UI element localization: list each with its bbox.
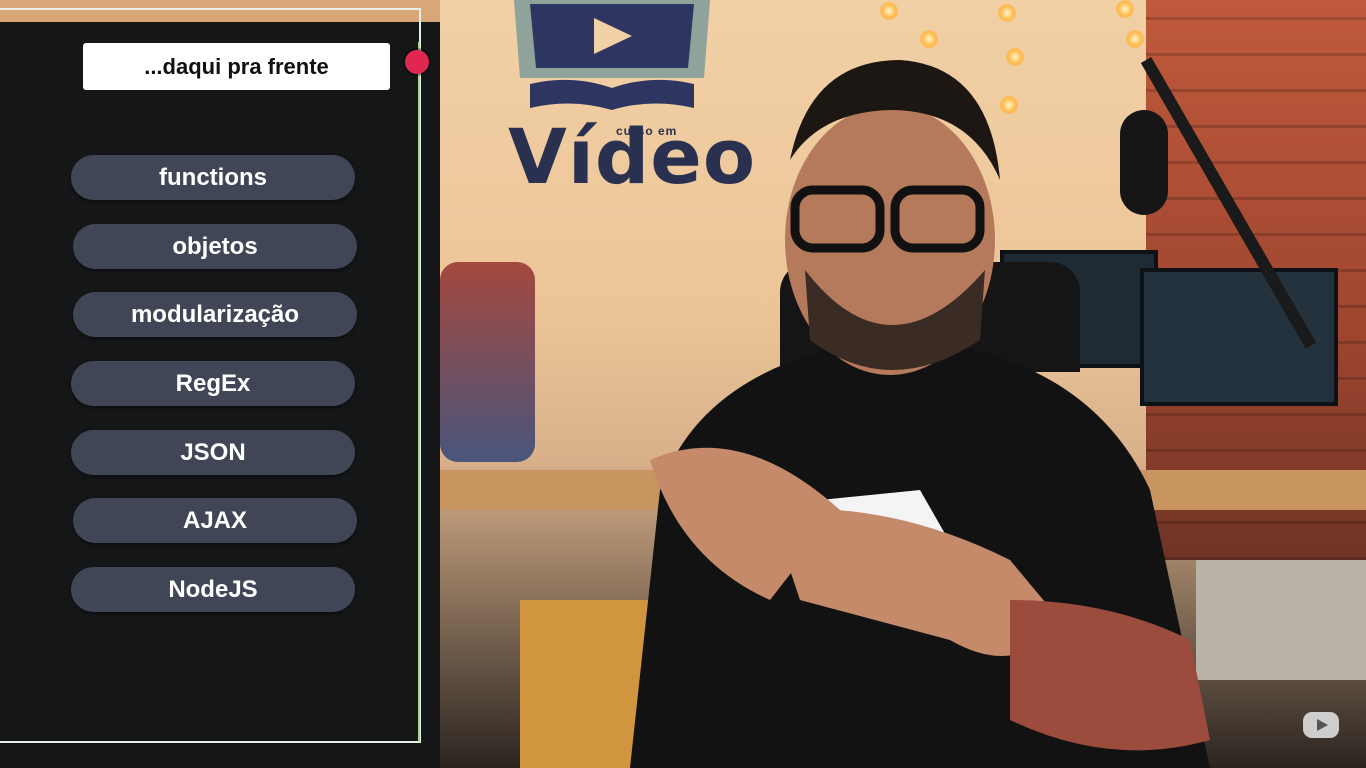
figurine xyxy=(440,262,535,462)
topic-label: NodeJS xyxy=(168,575,258,603)
topic-item-ajax[interactable]: AJAX xyxy=(73,498,357,543)
video-frame[interactable]: curso em Vídeo xyxy=(440,0,1366,768)
presenter xyxy=(630,60,1210,768)
youtube-icon[interactable] xyxy=(1302,710,1340,740)
topic-item-functions[interactable]: functions xyxy=(71,155,355,200)
topic-label: objetos xyxy=(172,232,258,260)
desk-shelf xyxy=(1196,560,1366,680)
topic-label: JSON xyxy=(180,438,246,466)
topic-item-objetos[interactable]: objetos xyxy=(73,224,357,269)
topic-item-json[interactable]: JSON xyxy=(71,430,355,475)
topic-label: AJAX xyxy=(182,506,248,534)
topics-overlay-panel: ...daqui pra frente functions objetos mo… xyxy=(0,8,438,768)
topic-list: functions objetos modularização RegEx JS… xyxy=(0,22,438,722)
topic-item-regex[interactable]: RegEx xyxy=(71,361,355,406)
topic-label: RegEx xyxy=(175,369,251,397)
topic-item-nodejs[interactable]: NodeJS xyxy=(71,567,355,612)
topic-label: functions xyxy=(159,163,267,191)
topic-item-modularizacao[interactable]: modularização xyxy=(73,292,357,337)
topic-label: modularização xyxy=(130,300,300,328)
